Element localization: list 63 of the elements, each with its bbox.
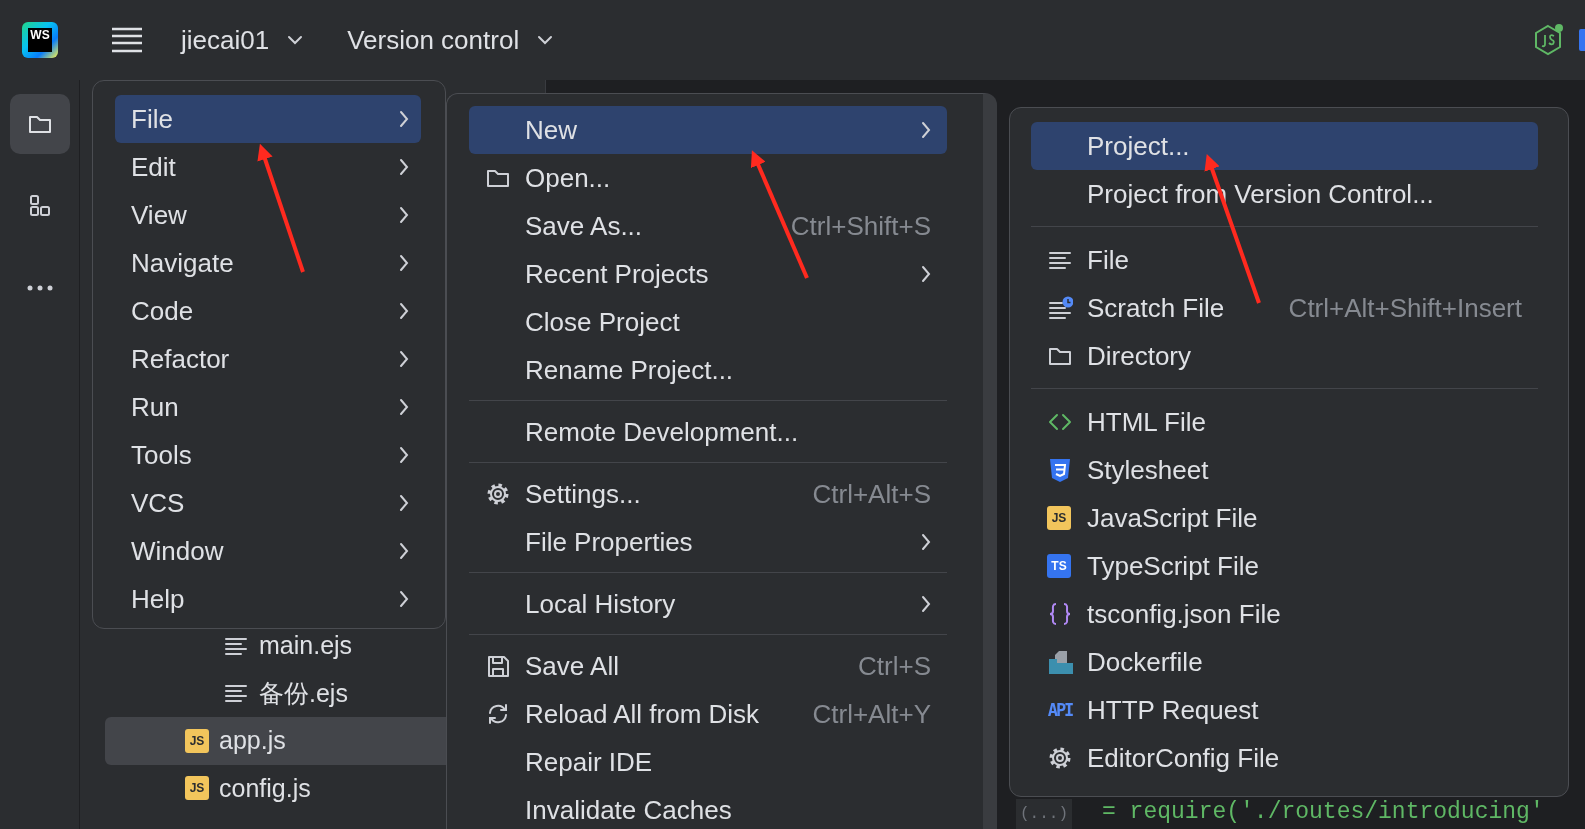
menu-item[interactable]: Help bbox=[115, 575, 421, 623]
menu-item[interactable]: Refactor bbox=[115, 335, 421, 383]
app-logo-icon[interactable]: WS bbox=[22, 22, 58, 58]
menu-item[interactable]: Stylesheet bbox=[1031, 446, 1538, 494]
menu-item[interactable]: API HTTP Request bbox=[1031, 686, 1538, 734]
menu-item[interactable]: VCS bbox=[115, 479, 421, 527]
menu-item[interactable]: Edit bbox=[115, 143, 421, 191]
shortcut-text: Ctrl+Alt+Y bbox=[812, 698, 931, 730]
menu-item[interactable]: Save All Ctrl+S bbox=[469, 642, 947, 690]
menu-item[interactable]: Dockerfile bbox=[1031, 638, 1538, 686]
menu-item[interactable]: New bbox=[469, 106, 947, 154]
chevron-down-icon bbox=[287, 35, 304, 45]
file-type-icon: JS bbox=[1047, 506, 1071, 530]
menu-item[interactable]: Scratch File Ctrl+Alt+Shift+Insert bbox=[1031, 284, 1538, 332]
shield-icon bbox=[1047, 457, 1073, 483]
menu-item[interactable]: Remote Development... bbox=[469, 408, 947, 456]
tool-window-button[interactable] bbox=[9, 94, 70, 154]
braces-icon bbox=[1047, 601, 1073, 627]
menu-item[interactable]: File bbox=[115, 95, 421, 143]
shortcut-text: Ctrl+Alt+Shift+Insert bbox=[1288, 292, 1522, 324]
file-type-icon: API bbox=[1047, 698, 1073, 722]
chevron-down-icon bbox=[537, 35, 554, 45]
more-icon bbox=[26, 285, 53, 291]
file-type-icon: JS bbox=[185, 728, 209, 753]
menu-item[interactable]: JS JavaScript File bbox=[1031, 494, 1538, 542]
menu-button[interactable] bbox=[110, 26, 144, 54]
document-stack-icon bbox=[1047, 649, 1073, 675]
menu-item[interactable]: Tools bbox=[115, 431, 421, 479]
menu-item[interactable]: Open... bbox=[469, 154, 947, 202]
logo-text: WS bbox=[28, 28, 52, 52]
menu-item[interactable]: File Properties bbox=[469, 518, 947, 566]
scratch-file-icon bbox=[1047, 295, 1073, 321]
project-dropdown[interactable]: jiecai01 bbox=[181, 24, 304, 56]
vcs-dropdown[interactable]: Version control bbox=[347, 24, 554, 56]
file-type-icon: JS bbox=[185, 776, 209, 801]
menu-item[interactable]: View bbox=[115, 191, 421, 239]
menu-item[interactable]: Project... bbox=[1031, 122, 1538, 170]
shortcut-text: Ctrl+Shift+S bbox=[790, 210, 931, 242]
menu-item[interactable]: Window bbox=[115, 527, 421, 575]
menu-item[interactable]: Recent Projects bbox=[469, 250, 947, 298]
menu-icon bbox=[110, 26, 144, 54]
shortcut-text: Ctrl+S bbox=[858, 650, 931, 682]
menu-item[interactable]: EditorConfig File bbox=[1031, 734, 1538, 782]
menu-item[interactable]: tsconfig.json File bbox=[1031, 590, 1538, 638]
menu-item[interactable]: Settings... Ctrl+Alt+S bbox=[469, 470, 947, 518]
menu-item[interactable]: Navigate bbox=[115, 239, 421, 287]
menu-item[interactable]: HTML File bbox=[1031, 398, 1538, 446]
menu-item[interactable]: File bbox=[1031, 236, 1538, 284]
menu-item[interactable]: Close Project bbox=[469, 298, 947, 346]
menu-item[interactable]: Save As... Ctrl+Shift+S bbox=[469, 202, 947, 250]
shortcut-text: Ctrl+Alt+S bbox=[812, 478, 931, 510]
code-text: = require('./routes/introducing' bbox=[1102, 799, 1544, 827]
menu-item[interactable]: Invalidate Caches bbox=[469, 786, 947, 829]
menu-item[interactable]: Code bbox=[115, 287, 421, 335]
settings-icon bbox=[1047, 745, 1073, 771]
menu-item[interactable]: Local History bbox=[469, 580, 947, 628]
menu-item[interactable]: TS TypeScript File bbox=[1031, 542, 1538, 590]
save-icon bbox=[485, 653, 511, 679]
settings-icon bbox=[485, 481, 511, 507]
file-type-icon: TS bbox=[1047, 554, 1071, 578]
menu-item[interactable]: Run bbox=[115, 383, 421, 431]
menu-item[interactable]: Rename Project... bbox=[469, 346, 947, 394]
menu-item[interactable]: Directory bbox=[1031, 332, 1538, 380]
